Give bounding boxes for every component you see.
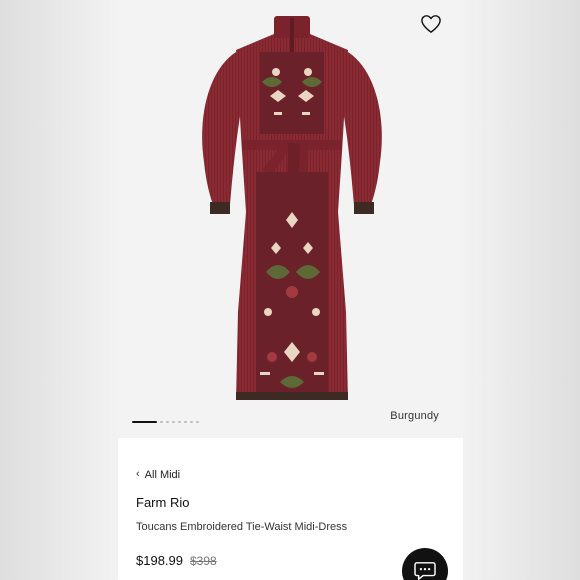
breadcrumb-back-link[interactable]: ‹ All Midi (136, 468, 181, 481)
carousel-dot-active[interactable] (132, 421, 157, 423)
carousel-dot[interactable] (190, 421, 193, 423)
carousel-dot[interactable] (166, 421, 169, 423)
price-row: $198.99 $398 (136, 553, 217, 568)
carousel-dot[interactable] (196, 421, 199, 423)
favorite-heart-icon[interactable] (420, 14, 442, 34)
breadcrumb-label: All Midi (144, 469, 181, 481)
sale-price: $198.99 (136, 553, 183, 568)
carousel-dot[interactable] (172, 421, 175, 423)
chevron-left-icon: ‹ (136, 468, 140, 480)
background-left (0, 0, 118, 580)
product-info-panel: ‹ All Midi Farm Rio Toucans Embroidered … (118, 438, 463, 580)
carousel-dot[interactable] (178, 421, 181, 423)
product-screen: Burgundy ‹ All Midi Farm Rio Toucans Emb… (118, 0, 463, 580)
brand-name[interactable]: Farm Rio (136, 495, 189, 510)
original-price: $398 (190, 554, 217, 568)
carousel-indicator (132, 421, 199, 423)
product-name: Toucans Embroidered Tie-Waist Midi-Dress (136, 521, 348, 533)
chat-button[interactable] (402, 548, 448, 580)
carousel-dot[interactable] (184, 421, 187, 423)
chat-bubble-icon (414, 562, 436, 580)
background-right (463, 0, 580, 580)
carousel-dot[interactable] (160, 421, 163, 423)
product-image-carousel[interactable]: Burgundy (118, 0, 463, 438)
color-label: Burgundy (390, 410, 439, 422)
product-image (202, 16, 382, 400)
